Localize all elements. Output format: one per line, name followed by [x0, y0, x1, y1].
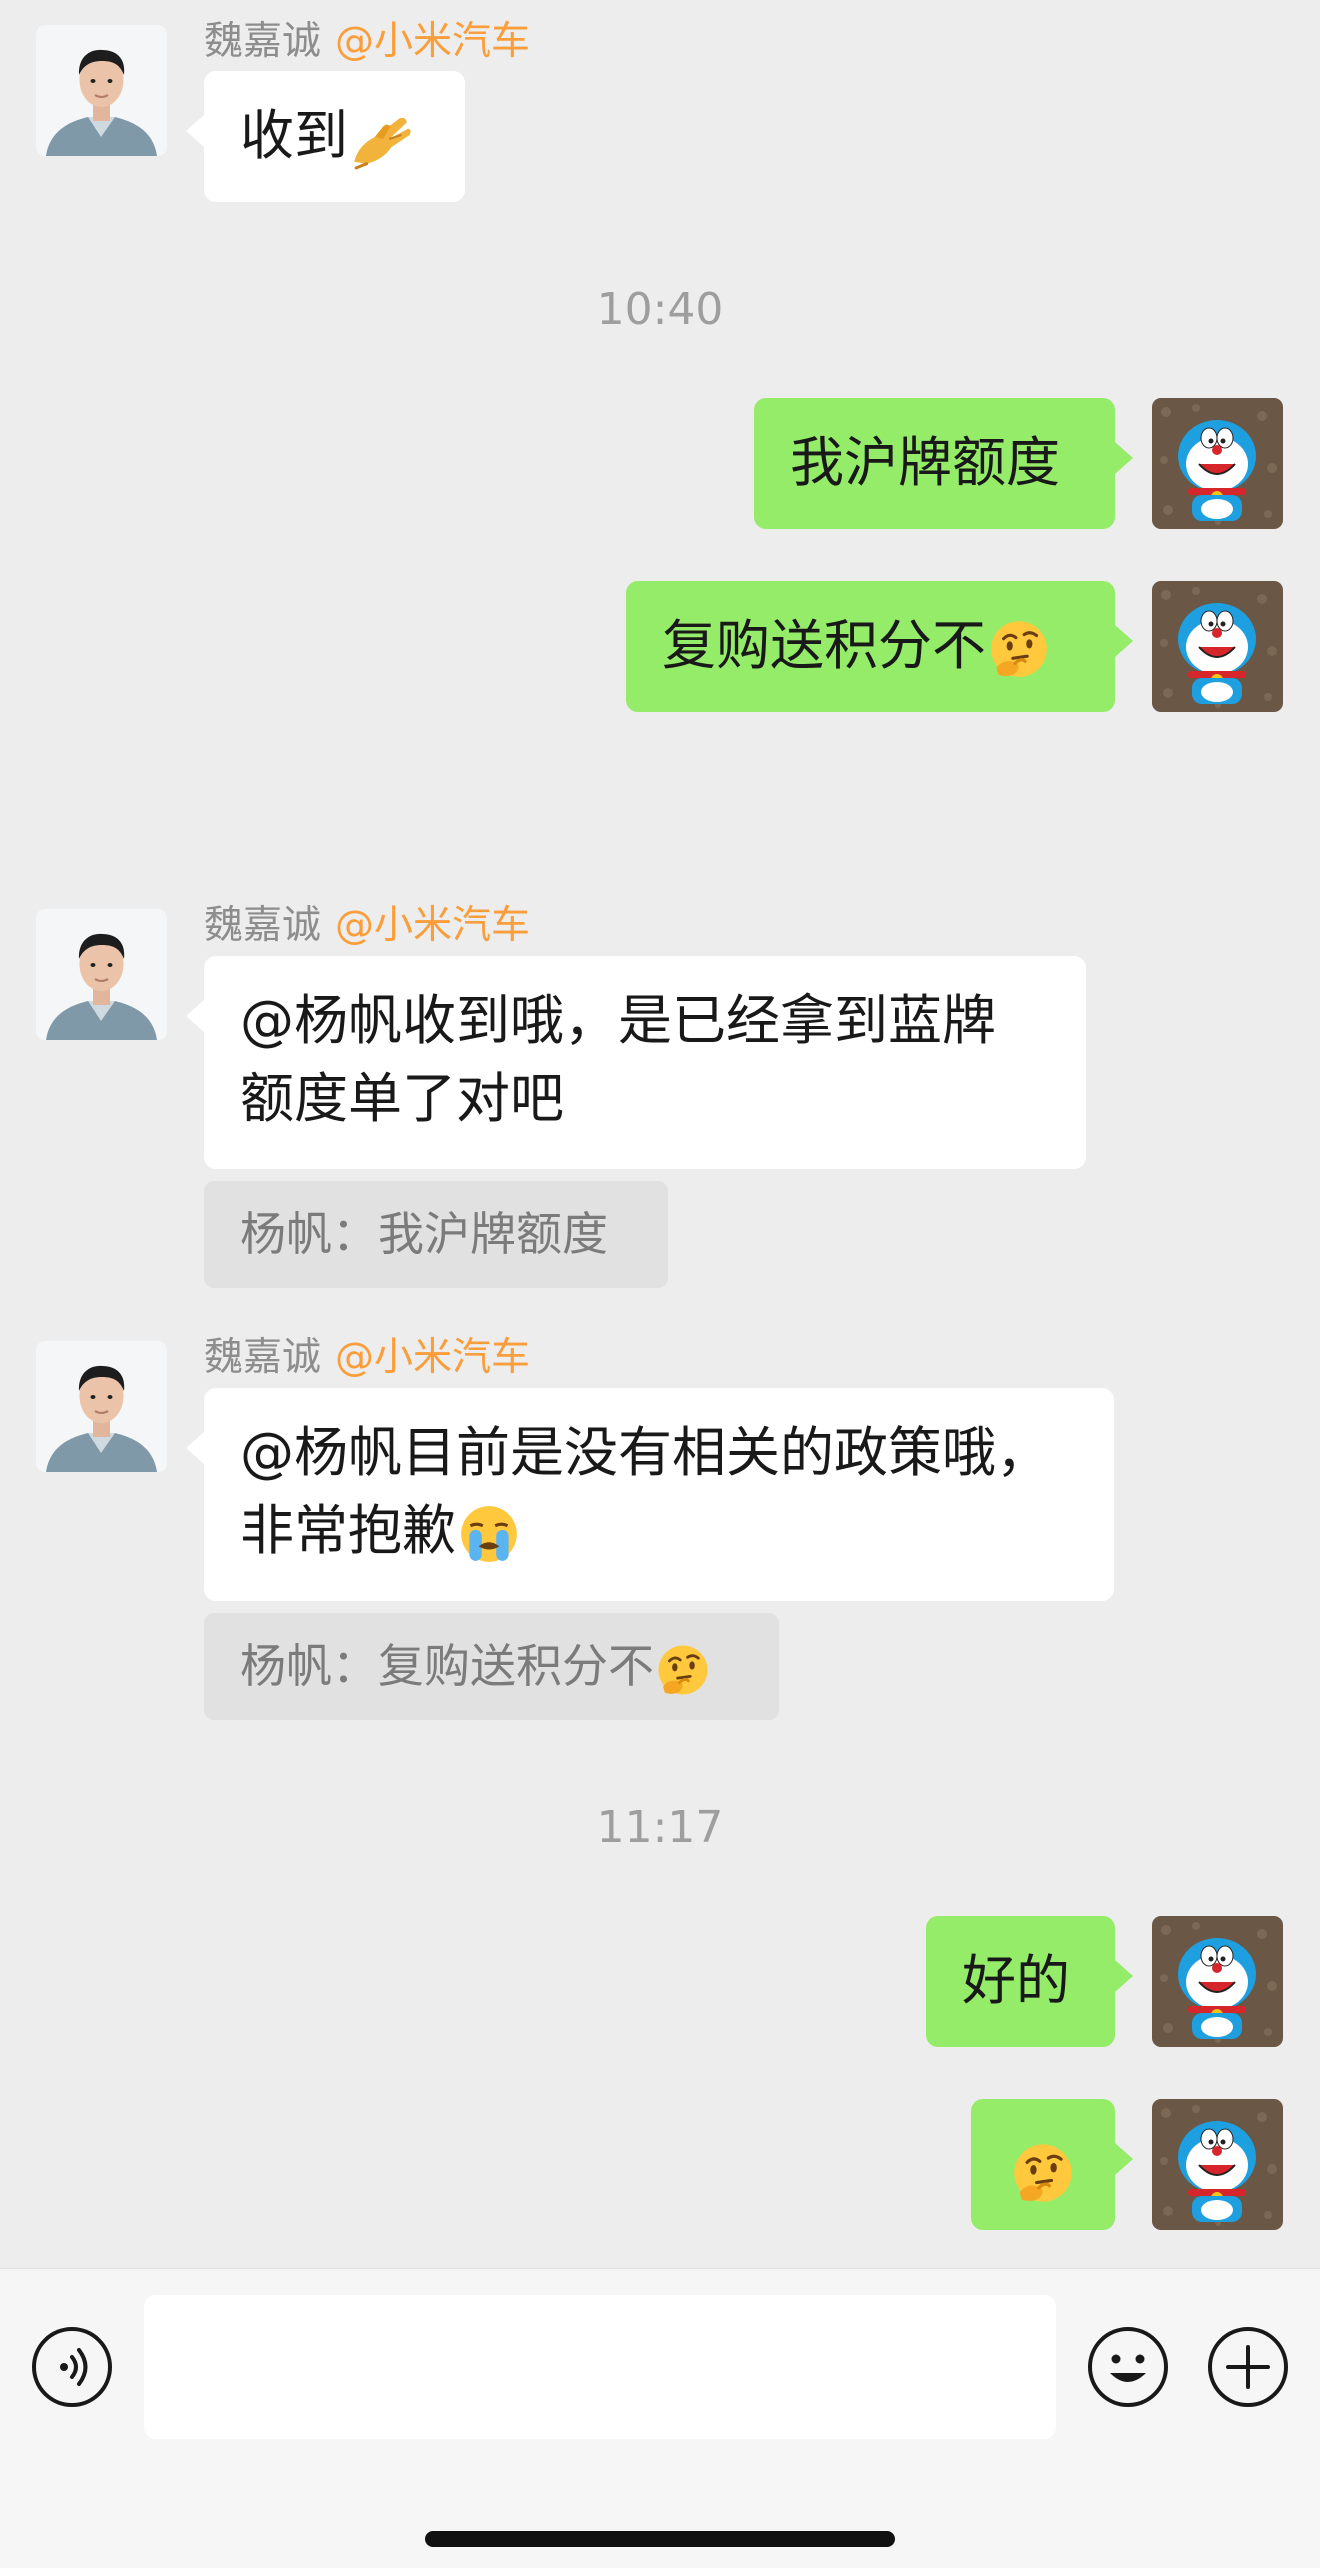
input-bar	[0, 2268, 1320, 2568]
my-avatar[interactable]	[1152, 1916, 1283, 2047]
sender-name-text: 魏嘉诚	[204, 1335, 322, 1380]
message-input[interactable]	[144, 2295, 1056, 2439]
my-avatar[interactable]	[1152, 581, 1283, 712]
avatar[interactable]	[36, 909, 167, 1040]
sender-group-tag: @小米汽车	[335, 1335, 531, 1380]
thinking-face-emoji	[986, 616, 1052, 682]
message-text-line: @杨帆目前是没有相关的政策哦，	[240, 1421, 1050, 1484]
message-text-line: @杨帆收到哦，是已经拿到蓝牌	[240, 989, 996, 1052]
timestamp: 11:17	[596, 1802, 724, 1853]
message-text-line: 非常抱歉	[240, 1492, 1078, 1570]
message-text: 好的	[962, 1949, 1070, 2012]
sender-name-text: 魏嘉诚	[204, 903, 322, 948]
sender-group-tag: @小米汽车	[335, 903, 531, 948]
sender-name: 魏嘉诚 @小米汽车	[204, 1326, 530, 1382]
sender-name-text: 魏嘉诚	[204, 19, 322, 64]
message-bubble[interactable]: 复购送积分不	[626, 581, 1133, 712]
message-bubble[interactable]: 收到	[186, 71, 465, 202]
message-text-line: 额度单了对吧	[240, 1067, 564, 1130]
home-indicator[interactable]	[425, 2531, 895, 2547]
sender-name: 魏嘉诚 @小米汽车	[204, 10, 530, 66]
sender-group-tag: @小米汽车	[335, 19, 531, 64]
message-text: 收到	[240, 104, 348, 167]
crying-face-emoji	[456, 1501, 522, 1567]
message-bubble[interactable]: 好的	[926, 1916, 1133, 2047]
thinking-face-emoji	[654, 1641, 712, 1699]
smiley-icon[interactable]	[1086, 2325, 1170, 2409]
sender-name: 魏嘉诚 @小米汽车	[204, 894, 530, 950]
pinched-hand-emoji	[348, 106, 414, 172]
message-bubble[interactable]	[971, 2099, 1133, 2230]
message-bubble[interactable]: 我沪牌额度	[754, 398, 1133, 529]
timestamp: 10:40	[596, 284, 724, 335]
plus-icon[interactable]	[1206, 2325, 1290, 2409]
message-bubble[interactable]: @杨帆收到哦，是已经拿到蓝牌 额度单了对吧	[186, 956, 1086, 1169]
thinking-face-emoji	[1009, 2139, 1077, 2207]
quoted-message[interactable]: 杨帆：复购送积分不	[204, 1613, 779, 1720]
my-avatar[interactable]	[1152, 2099, 1283, 2230]
avatar[interactable]	[36, 1341, 167, 1472]
voice-icon[interactable]	[30, 2325, 114, 2409]
quoted-text: 杨帆：我沪牌额度	[240, 1207, 608, 1261]
message-text: 非常抱歉	[240, 1499, 456, 1562]
quoted-text: 杨帆：复购送积分不	[240, 1639, 654, 1693]
chat-area[interactable]: 魏嘉诚 @小米汽车 收到 10:40 我沪牌额度 复购送积分不 魏嘉诚 @小米汽车 …	[0, 0, 1320, 2268]
message-bubble[interactable]: @杨帆目前是没有相关的政策哦， 非常抱歉	[186, 1388, 1114, 1601]
message-text: 我沪牌额度	[790, 431, 1060, 494]
quoted-message[interactable]: 杨帆：我沪牌额度	[204, 1181, 668, 1288]
my-avatar[interactable]	[1152, 398, 1283, 529]
avatar[interactable]	[36, 25, 167, 156]
message-text: 复购送积分不	[662, 614, 986, 677]
